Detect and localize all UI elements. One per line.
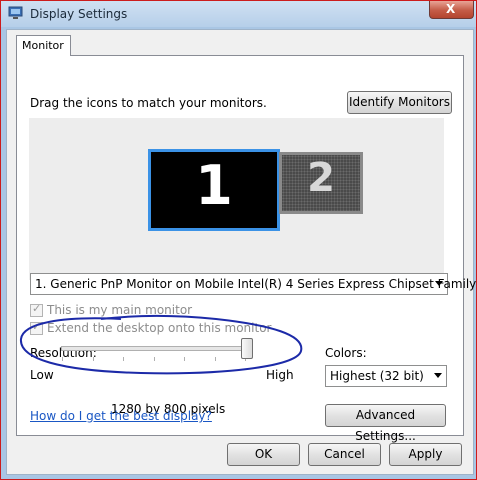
main-monitor-label: This is my main monitor — [47, 303, 193, 317]
title-bar[interactable]: Display Settings X — [1, 1, 476, 27]
display-settings-window: Display Settings X Monitor Drag the icon… — [0, 0, 477, 480]
checkbox-box: ✓ — [30, 302, 43, 317]
colors-label: Colors: — [325, 346, 367, 360]
slider-tick — [123, 357, 124, 361]
slider-tick — [215, 357, 216, 361]
ok-button[interactable]: OK — [227, 443, 300, 466]
advanced-settings-button[interactable]: Advanced Settings... — [325, 404, 446, 443]
chevron-down-icon — [435, 281, 443, 286]
tab-monitor-label: Monitor — [22, 39, 64, 52]
slider-tick — [184, 357, 185, 361]
checkbox-box: ✓ — [30, 320, 43, 335]
cancel-button[interactable]: Cancel — [308, 443, 381, 466]
checkmark-icon: ✓ — [32, 320, 42, 333]
colors-select-value: Highest (32 bit) — [330, 369, 424, 383]
monitor-1-number: 1 — [195, 154, 233, 217]
resolution-slider-track[interactable] — [61, 346, 249, 351]
close-icon: X — [446, 2, 456, 16]
display-icon — [8, 6, 23, 19]
resolution-slider-thumb[interactable] — [241, 338, 253, 359]
monitor-select[interactable]: 1. Generic PnP Monitor on Mobile Intel(R… — [30, 273, 476, 295]
monitor-select-value: 1. Generic PnP Monitor on Mobile Intel(R… — [35, 277, 477, 291]
slider-tick — [93, 357, 94, 361]
identify-monitors-button[interactable]: Identify Monitors — [347, 91, 452, 114]
slider-tick — [154, 357, 155, 361]
resolution-high-label: High — [266, 368, 294, 382]
extend-desktop-label: Extend the desktop onto this monitor — [47, 321, 272, 335]
monitor-arrangement-area[interactable]: 1 2 — [29, 118, 444, 280]
monitor-2-icon[interactable]: 2 — [279, 152, 363, 214]
monitor-1-icon[interactable]: 1 — [148, 149, 280, 231]
close-button[interactable]: X — [429, 1, 474, 19]
chevron-down-icon — [434, 373, 442, 378]
colors-select[interactable]: Highest (32 bit) — [325, 365, 447, 387]
extend-desktop-checkbox[interactable]: ✓ Extend the desktop onto this monitor — [30, 320, 290, 337]
dialog-client-area: Monitor Drag the icons to match your mon… — [6, 29, 476, 475]
main-monitor-checkbox[interactable]: ✓ This is my main monitor — [30, 302, 270, 319]
window-title: Display Settings — [30, 7, 128, 21]
instruction-text: Drag the icons to match your monitors. — [30, 96, 267, 110]
best-display-help-link[interactable]: How do I get the best display? — [30, 409, 212, 423]
tab-monitor[interactable]: Monitor — [16, 35, 71, 56]
slider-tick — [62, 357, 63, 361]
monitor-tab-panel: Drag the icons to match your monitors. I… — [16, 55, 476, 443]
resolution-low-label: Low — [30, 368, 54, 382]
apply-button[interactable]: Apply — [389, 443, 462, 466]
monitor-2-number: 2 — [307, 155, 335, 201]
checkmark-icon: ✓ — [32, 302, 42, 315]
